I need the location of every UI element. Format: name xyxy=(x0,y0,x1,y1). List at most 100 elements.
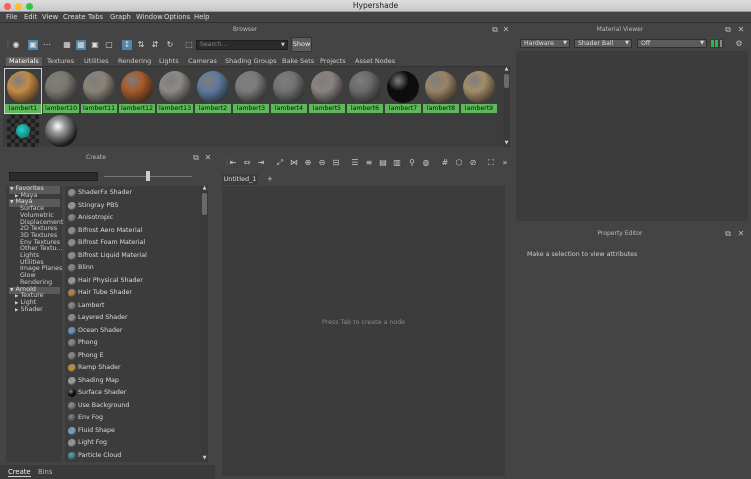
input-connections-icon[interactable]: ⇤ xyxy=(228,158,238,168)
swatch-chrome[interactable] xyxy=(43,113,79,157)
show-button[interactable]: Show xyxy=(291,37,312,52)
output-connections-icon[interactable]: ⇥ xyxy=(256,158,266,168)
node-graph-canvas[interactable]: Press Tab to create a node xyxy=(222,186,505,476)
tab-projects[interactable]: Projects xyxy=(320,57,346,66)
add-to-graph-icon[interactable]: ⊕ xyxy=(303,158,313,168)
maximize-window-button[interactable] xyxy=(26,3,33,10)
node-list-item[interactable]: Env Fog xyxy=(67,412,201,424)
node-list-item[interactable]: Shading Map xyxy=(67,375,201,387)
material-swatch[interactable]: lambert8 xyxy=(423,69,459,113)
pin-icon[interactable]: ⊘ xyxy=(468,158,478,168)
sort-type-icon[interactable]: ⇅ xyxy=(136,40,146,50)
node-list-item[interactable]: Lambert xyxy=(67,300,201,312)
swatch-toggle-icon[interactable]: ◍ xyxy=(421,158,431,168)
node-list-item[interactable]: ShaderFx Shader xyxy=(67,187,201,199)
browser-scrollbar[interactable]: ▲ ▼ xyxy=(503,67,510,147)
close-property-editor-icon[interactable]: ✕ xyxy=(737,230,745,238)
menu-view[interactable]: View xyxy=(42,12,58,23)
node-list-item[interactable]: Surface Shader xyxy=(67,387,201,399)
more-options-icon[interactable]: » xyxy=(500,158,510,168)
list-view-icon[interactable]: ⋯ xyxy=(42,40,52,50)
material-swatch[interactable]: lambert10 xyxy=(43,69,79,113)
tab-create[interactable]: Create xyxy=(8,468,31,477)
create-search-input[interactable] xyxy=(9,172,98,181)
float-viewer-icon[interactable]: ⧉ xyxy=(724,26,732,34)
search-dropdown-icon[interactable]: ▼ xyxy=(281,40,285,50)
material-swatch[interactable]: lambert9 xyxy=(461,69,497,113)
sort-time-icon[interactable]: ⇵ xyxy=(150,40,160,50)
tab-cameras[interactable]: Cameras xyxy=(188,57,217,66)
geometry-dropdown[interactable]: Shader Ball ▼ xyxy=(574,39,632,48)
globe-icon[interactable]: ◉ xyxy=(11,40,21,50)
node-list-scroll-thumb[interactable] xyxy=(202,193,207,215)
close-window-button[interactable] xyxy=(4,3,11,10)
icon-size-slider-handle[interactable] xyxy=(146,171,150,181)
tab-shading-groups[interactable]: Shading Groups xyxy=(225,57,277,66)
node-list-item[interactable]: Phong xyxy=(67,337,201,349)
scroll-down-icon[interactable]: ▼ xyxy=(201,456,208,461)
viewer-settings-icon[interactable]: ⚙ xyxy=(735,40,743,48)
tab-lights[interactable]: Lights xyxy=(159,57,179,66)
add-tab-button[interactable]: + xyxy=(267,175,273,183)
tab-rendering[interactable]: Rendering xyxy=(118,57,151,66)
node-list-scrollbar[interactable]: ▲ ▼ xyxy=(201,186,208,462)
node-list-item[interactable]: Layered Shader xyxy=(67,312,201,324)
node-list-item[interactable]: Particle Cloud xyxy=(67,450,201,462)
material-swatch[interactable]: lambert2 xyxy=(195,69,231,113)
material-swatch[interactable]: lambert7 xyxy=(385,69,421,113)
graph-network-icon[interactable]: ⋈ xyxy=(289,158,299,168)
float-property-editor-icon[interactable]: ⧉ xyxy=(724,230,732,238)
remove-from-graph-icon[interactable]: ⊖ xyxy=(317,158,327,168)
material-swatch[interactable]: lambert5 xyxy=(309,69,345,113)
node-list-item[interactable]: Ocean Shader xyxy=(67,325,201,337)
menu-graph[interactable]: Graph xyxy=(110,12,131,23)
grid-large-icon[interactable]: ▣ xyxy=(90,40,100,50)
browser-scroll-thumb[interactable] xyxy=(504,74,509,88)
node-list-item[interactable]: Bifrost Aero Material xyxy=(67,225,201,237)
menu-help[interactable]: Help xyxy=(194,12,210,23)
tab-asset-nodes[interactable]: Asset Nodes xyxy=(355,57,395,66)
node-list-item[interactable]: Stingray PBS xyxy=(67,200,201,212)
select-upstream-icon[interactable]: ⤢ xyxy=(275,158,285,168)
material-swatch[interactable]: lambert4 xyxy=(271,69,307,113)
refresh-icon[interactable]: ↻ xyxy=(165,40,175,50)
close-viewer-icon[interactable]: ✕ xyxy=(737,26,745,34)
node-list-item[interactable]: Hair Tube Shader xyxy=(67,287,201,299)
material-swatch[interactable]: lambert13 xyxy=(157,69,193,113)
tab-utilities[interactable]: Utilities xyxy=(84,57,108,66)
sort-name-icon[interactable]: ↕ xyxy=(122,40,132,50)
tab-bake-sets[interactable]: Bake Sets xyxy=(282,57,314,66)
clear-graph-icon[interactable]: ⊟ xyxy=(331,158,341,168)
menu-tabs[interactable]: Tabs xyxy=(88,12,103,23)
close-browser-icon[interactable]: ✕ xyxy=(502,26,510,34)
scroll-up-icon[interactable]: ▲ xyxy=(201,186,208,191)
menu-file[interactable]: File xyxy=(6,12,17,23)
input-output-icon[interactable]: ⇔ xyxy=(242,158,252,168)
clear-filter-icon[interactable]: ⬚ xyxy=(184,40,194,50)
node-list-item[interactable]: Ramp Shader xyxy=(67,362,201,374)
material-swatch[interactable]: lambert12 xyxy=(119,69,155,113)
connected-mode-icon[interactable]: ≡ xyxy=(364,158,374,168)
grid-medium-icon[interactable]: ▦ xyxy=(76,40,86,50)
tab-untitled[interactable]: Untitled_1 xyxy=(222,174,258,185)
material-preview-area[interactable] xyxy=(516,51,748,221)
tag-icon[interactable]: ⬡ xyxy=(454,158,464,168)
node-list-item[interactable]: Bifrost Liquid Material xyxy=(67,250,201,262)
tab-materials[interactable]: Materials xyxy=(6,57,42,66)
material-swatch[interactable]: lambert6 xyxy=(347,69,383,113)
menu-options[interactable]: Options xyxy=(164,12,190,23)
float-create-icon[interactable]: ⧉ xyxy=(192,154,200,162)
menu-create[interactable]: Create xyxy=(63,12,86,23)
frame-all-icon[interactable]: ⛶ xyxy=(486,158,496,168)
node-list-item[interactable]: Bifrost Foam Material xyxy=(67,237,201,249)
material-swatch[interactable]: lambert3 xyxy=(233,69,269,113)
search-icon[interactable]: ⚲ xyxy=(407,158,417,168)
swatch-checker[interactable] xyxy=(5,113,41,157)
grid-xlarge-icon[interactable]: ▢ xyxy=(104,40,114,50)
float-browser-icon[interactable]: ⧉ xyxy=(491,26,499,34)
grid-toggle-icon[interactable]: # xyxy=(440,158,450,168)
simple-mode-icon[interactable]: ☰ xyxy=(350,158,360,168)
menu-edit[interactable]: Edit xyxy=(24,12,37,23)
scroll-down-icon[interactable]: ▼ xyxy=(503,141,510,146)
custom-mode-icon[interactable]: ▥ xyxy=(392,158,402,168)
